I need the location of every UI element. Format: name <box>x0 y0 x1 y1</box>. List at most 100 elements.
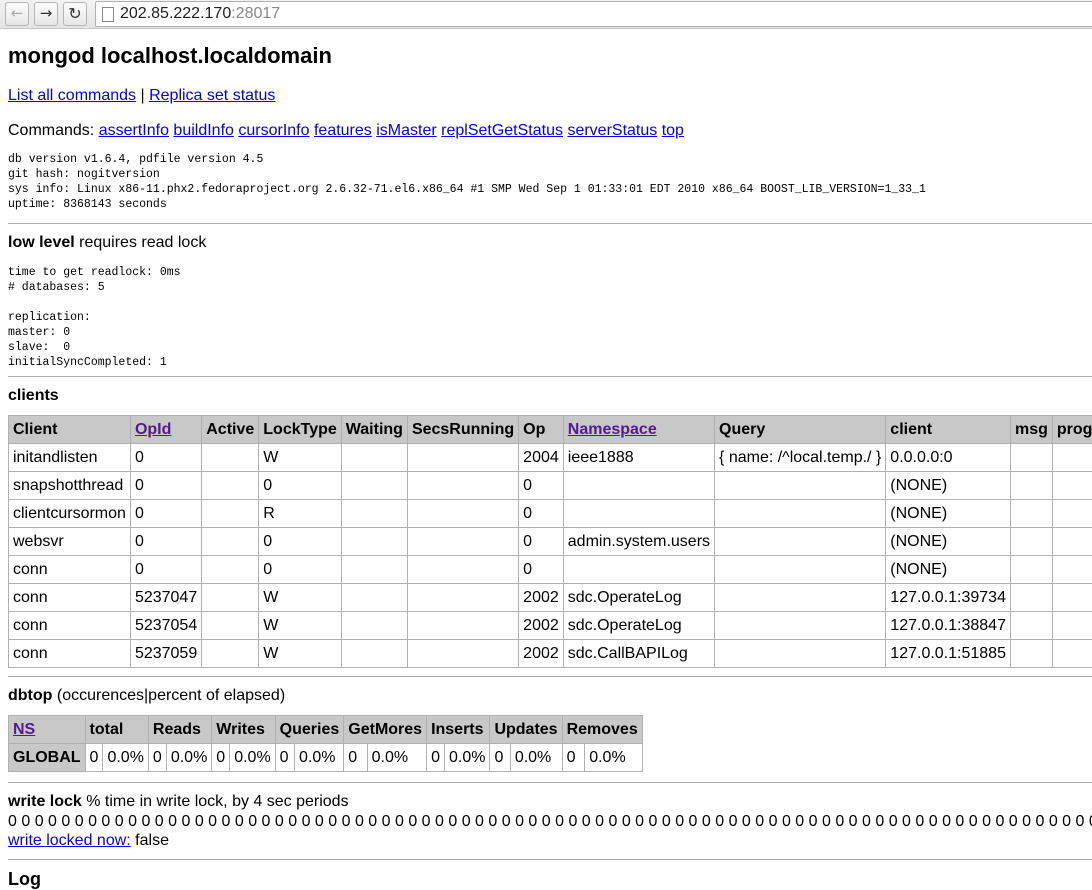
address-bar[interactable]: 202.85.222.170:28017 <box>95 1 1092 27</box>
divider <box>8 859 1092 860</box>
dbtop-cell: 0 <box>84 743 104 772</box>
cell-opid: 5237047 <box>129 583 203 612</box>
cell-query <box>714 583 887 612</box>
dbtop-header-inserts: Inserts <box>426 715 491 744</box>
cell-active <box>201 527 260 556</box>
cell-namespace: ieee1888 <box>562 443 716 472</box>
command-link-features[interactable]: features <box>314 122 372 139</box>
cell-locktype: W <box>258 611 342 640</box>
cell-namespace: sdc.CallBAPILog <box>562 639 716 668</box>
list-all-commands-link[interactable]: List all commands <box>8 87 136 104</box>
address-url[interactable]: 202.85.222.170:28017 <box>120 2 280 26</box>
dbtop-table: NS total Reads Writes Queries GetMores Inserts… <box>8 715 643 772</box>
sort-link-opid[interactable]: OpId <box>135 421 171 438</box>
table-row: websvr 0 0 0 admin.system.users (NONE) <box>8 527 1092 556</box>
column-header-namespace[interactable]: Namespace <box>562 415 716 444</box>
write-locked-now: write locked now: false <box>8 831 1092 851</box>
column-header-waiting: Waiting <box>340 415 408 444</box>
dbtop-cell: 0.0% <box>509 743 563 772</box>
commands-bar: Commands: assertInfo buildInfo cursorInf… <box>8 120 1092 142</box>
reload-icon[interactable]: ↻ <box>63 2 87 26</box>
cell-waiting <box>340 499 408 528</box>
cell-locktype: W <box>258 443 342 472</box>
back-arrow-icon[interactable]: ← <box>5 2 29 26</box>
command-link-buildinfo[interactable]: buildInfo <box>173 122 234 139</box>
dbtop-cell: 0.0% <box>165 743 213 772</box>
cell-active <box>201 555 260 584</box>
cell-client: conn <box>8 583 131 612</box>
clients-table: Client OpId Active LockType Waiting SecsRunni… <box>8 415 1092 668</box>
write-lock-heading: write lock % time in write lock, by 4 se… <box>8 792 1092 812</box>
dbtop-header-queries: Queries <box>274 715 345 744</box>
cell-op: 2002 <box>518 611 564 640</box>
server-info: db version v1.6.4, pdfile version 4.5 gi… <box>8 153 926 211</box>
dbtop-cell: 0 <box>274 743 296 772</box>
write-lock-periods: 0 0 0 0 0 0 0 0 0 0 0 0 0 0 0 0 0 0 0 0 … <box>8 813 1092 830</box>
cell-client: (NONE) <box>885 471 1011 500</box>
dbtop-cell: 0 <box>147 743 167 772</box>
cell-msg <box>1009 611 1053 640</box>
cell-active <box>201 471 260 500</box>
table-row: snapshotthread 0 0 0 (NONE) <box>8 471 1092 500</box>
cell-active <box>201 583 260 612</box>
cell-active <box>201 639 260 668</box>
cell-client: 127.0.0.1:38847 <box>885 611 1011 640</box>
cell-client: websvr <box>8 527 131 556</box>
column-header-opid[interactable]: OpId <box>129 415 203 444</box>
cell-query <box>714 611 887 640</box>
cell-opid: 0 <box>129 499 203 528</box>
cell-query <box>714 499 887 528</box>
cell-active <box>201 499 260 528</box>
cell-namespace: admin.system.users <box>562 527 716 556</box>
cell-client: (NONE) <box>885 555 1011 584</box>
dbtop-cell: 0 <box>343 743 368 772</box>
cell-progre <box>1051 527 1092 556</box>
dbtop-header-ns[interactable]: NS <box>8 715 86 744</box>
write-lock-subtitle: % time in write lock, by 4 sec periods <box>81 793 349 810</box>
cell-query <box>714 555 887 584</box>
dbtop-cell: 0.0% <box>294 743 345 772</box>
command-link-serverstatus[interactable]: serverStatus <box>567 122 657 139</box>
cell-msg <box>1009 639 1053 668</box>
cell-secsrunning <box>406 471 520 500</box>
write-lock-title: write lock <box>8 793 82 810</box>
clients-heading: clients <box>8 386 1092 406</box>
clients-title: clients <box>8 387 59 404</box>
cell-secsrunning <box>406 443 520 472</box>
cell-msg <box>1009 443 1053 472</box>
dbtop-header-removes: Removes <box>561 715 643 744</box>
cell-namespace: sdc.OperateLog <box>562 611 716 640</box>
cell-namespace <box>562 555 716 584</box>
dbtop-cell: 0 <box>426 743 445 772</box>
command-link-top[interactable]: top <box>662 122 684 139</box>
page-icon <box>102 7 114 22</box>
cell-secsrunning <box>406 583 520 612</box>
sort-link-namespace[interactable]: Namespace <box>568 421 657 438</box>
cell-opid: 5237054 <box>129 611 203 640</box>
column-header-active: Active <box>201 415 260 444</box>
cell-progre <box>1051 583 1092 612</box>
write-locked-now-link[interactable]: write locked now: <box>8 832 131 849</box>
cell-client: conn <box>8 555 131 584</box>
cell-client: 127.0.0.1:39734 <box>885 583 1011 612</box>
cell-locktype: 0 <box>258 471 342 500</box>
divider <box>8 676 1092 677</box>
table-row: clientcursormon 0 R 0 (NONE) <box>8 499 1092 528</box>
command-link-replsetgetstatus[interactable]: replSetGetStatus <box>441 122 563 139</box>
dbtop-subtitle: (occurences|percent of elapsed) <box>52 687 286 704</box>
page-content: mongod localhost.localdomain List all co… <box>8 30 1092 889</box>
column-header-progre: progre <box>1051 415 1092 444</box>
cell-opid: 0 <box>129 471 203 500</box>
cell-client: (NONE) <box>885 527 1011 556</box>
command-link-cursorinfo[interactable]: cursorInfo <box>238 122 309 139</box>
dbtop-cell: 0.0% <box>366 743 428 772</box>
cell-opid: 0 <box>129 443 203 472</box>
sort-link-ns[interactable]: NS <box>13 721 35 738</box>
table-row: conn 5237054 W 2002 sdc.OperateLog 127.0.0.1:… <box>8 611 1092 640</box>
dbtop-cell: 0 <box>561 743 586 772</box>
replica-set-status-link[interactable]: Replica set status <box>149 87 275 104</box>
command-link-ismaster[interactable]: isMaster <box>376 122 436 139</box>
forward-arrow-icon[interactable]: → <box>34 2 58 26</box>
page-title: mongod localhost.localdomain <box>8 43 332 68</box>
command-link-assertinfo[interactable]: assertInfo <box>99 122 169 139</box>
